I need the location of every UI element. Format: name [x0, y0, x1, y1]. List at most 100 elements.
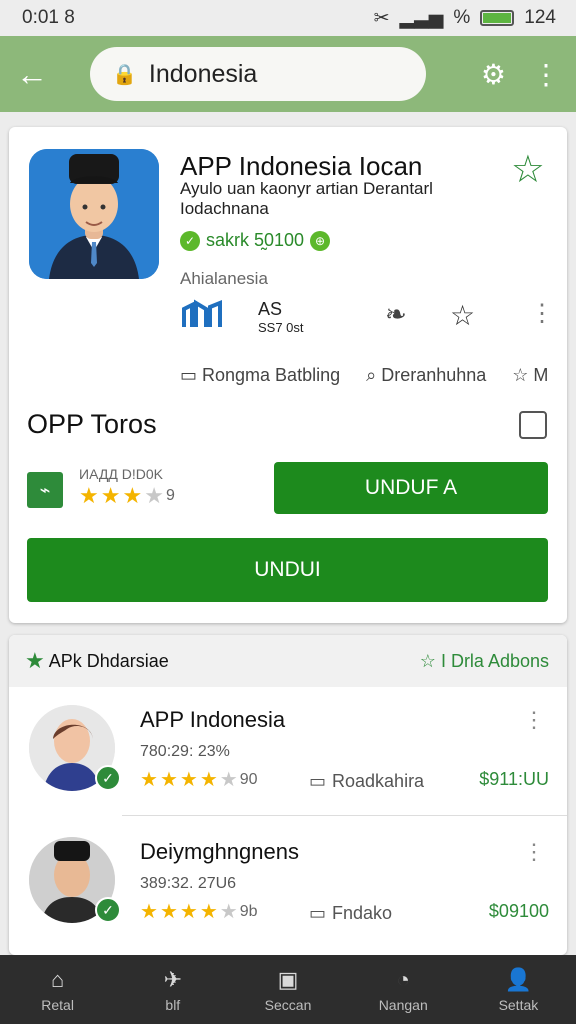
item-title: Deiymghngnens: [140, 839, 299, 864]
more-icon[interactable]: ⋮: [523, 707, 545, 733]
status-icons: ✂ ▂▃▅ % 124: [374, 7, 556, 30]
back-arrow-icon[interactable]: ←: [16, 56, 60, 93]
rating-value: 90: [239, 770, 258, 788]
doc-icon: ▭: [309, 903, 327, 923]
item-sub: 780:29: 23%: [140, 743, 230, 760]
star-filled-icon: ★: [25, 648, 45, 673]
list-header-right-text: I Drla Adbons: [440, 650, 549, 671]
person-portrait-icon: [29, 149, 159, 279]
star-small-icon: ☆: [512, 365, 534, 385]
app-card: APP Indonesia Iocan Ayulo uan kaonyr art…: [9, 127, 567, 623]
search-icon: ⌕: [366, 365, 382, 385]
share-icon[interactable]: [519, 411, 547, 439]
star-icon: ★: [219, 901, 238, 923]
price-dot-icon: ✓: [180, 230, 200, 251]
cart-icon: ⊕: [310, 230, 331, 251]
item-price: $911:UU: [479, 769, 549, 789]
person-icon: 👤: [504, 966, 533, 992]
nav-seccan[interactable]: ▣ Seccan: [230, 955, 345, 1024]
info-b: ⌕ Dreranhuhna: [366, 365, 487, 385]
item-rating: ★ ★ ★ ★ ★ 9b: [140, 899, 257, 924]
install-small-button[interactable]: UNDUF A: [274, 462, 548, 514]
list-header-right[interactable]: ☆ I Drla Adbons: [420, 651, 549, 672]
item-sub: 389:32. 27U6: [140, 875, 237, 892]
item-tag: ▭ Fndako: [309, 903, 393, 923]
item-price: $09100: [488, 901, 549, 921]
price-text: sakrk 5̰0100: [206, 230, 305, 250]
card-icon: ▣: [277, 966, 299, 992]
leaf-icon[interactable]: ❧: [385, 299, 415, 330]
top-actions: ⚙ ⋮: [481, 58, 560, 91]
url-field[interactable]: 🔒 Indonesia: [90, 47, 426, 101]
signal-icon: ▂▃▅: [399, 7, 444, 29]
star-icon: ★: [179, 901, 198, 923]
status-time: 0:01 8: [22, 7, 75, 28]
star-icon: ★: [140, 769, 158, 791]
nav-blf[interactable]: ✈ blf: [115, 955, 230, 1024]
item-title: APP Indonesia: [140, 707, 286, 732]
star-icon: ★: [79, 483, 99, 508]
stat-b: SS7 0st: [258, 320, 304, 335]
star-outline-icon[interactable]: ☆: [511, 147, 545, 192]
signal-percent: %: [453, 7, 471, 28]
list-item[interactable]: ✓ APP Indonesia 780:29: 23% ★ ★ ★ ★ ★ 90…: [9, 687, 567, 817]
verified-icon: ✓: [95, 765, 121, 791]
info-c: ☆ M: [512, 365, 549, 385]
status-battery: 124: [524, 7, 556, 28]
save-icon[interactable]: ⌁: [27, 472, 63, 508]
star-icon: ★: [159, 769, 178, 791]
nav-label: Seccan: [264, 996, 312, 1013]
developer-name: Ahialanesia: [180, 269, 268, 288]
star-icon: ★: [159, 901, 178, 923]
star-icon: ★: [199, 901, 218, 923]
info-row: ▭ Rongma Batbling ⌕ Dreranhuhna ☆ M: [180, 365, 548, 386]
icon-row: AS SS7 0st ❧ ☆ ⋮: [180, 299, 554, 339]
star-outline-icon: ☆: [419, 650, 441, 671]
divider: [122, 815, 567, 816]
star-icon: ★: [179, 769, 198, 791]
list-header-left: ★ APk Dhdarsiae: [25, 648, 169, 674]
more-icon[interactable]: ⋮: [523, 839, 545, 865]
section-title: OPP Toros: [27, 409, 157, 439]
lock-icon: 🔒: [112, 63, 137, 86]
info-a: ▭ Rongma Batbling: [180, 365, 341, 385]
nav-nangan[interactable]: ◔ Nangan: [346, 955, 461, 1024]
more-vert-icon[interactable]: ⋮: [532, 58, 560, 91]
more-icon[interactable]: ⋮: [530, 299, 554, 328]
nav-label: Settak: [498, 996, 539, 1013]
nav-label: blf: [165, 996, 181, 1013]
nav-retal[interactable]: ⌂ Retal: [0, 955, 115, 1024]
bottom-nav: ⌂ Retal ✈ blf ▣ Seccan ◔ Nangan 👤 Settak: [0, 955, 576, 1024]
nav-label: Nangan: [378, 996, 428, 1013]
section-rating: ★ ★ ★ ★ 9: [79, 483, 175, 509]
battery-icon: [480, 10, 515, 26]
item-rating: ★ ★ ★ ★ ★ 90: [140, 767, 257, 792]
app-icon: [29, 149, 159, 279]
doc-icon: ▭: [180, 365, 203, 385]
stats-block: AS SS7 0st: [258, 299, 328, 335]
install-large-button[interactable]: UNDUI: [27, 538, 548, 602]
chat-icon: ◔: [396, 966, 410, 992]
star-icon: ★: [140, 901, 158, 923]
doc-icon: ▭: [309, 771, 327, 791]
list-header: ★ APk Dhdarsiae ☆ I Drla Adbons: [9, 635, 567, 687]
top-bar: ← 🔒 Indonesia ⚙ ⋮: [0, 36, 576, 112]
rating-count: 9: [165, 487, 175, 504]
nav-settak[interactable]: 👤 Settak: [461, 955, 576, 1024]
plane-icon: ✈: [163, 966, 183, 992]
chart-icon[interactable]: [180, 299, 228, 329]
wifi-off-icon: ✂: [373, 7, 390, 29]
star-icon: ★: [199, 769, 218, 791]
app-title: APP Indonesia Iocan: [180, 151, 423, 181]
star-icon[interactable]: ☆: [450, 299, 480, 332]
battery-fill: [483, 13, 512, 23]
item-tag: ▭ Roadkahira: [309, 771, 425, 791]
star-icon: ★: [144, 483, 164, 508]
verified-icon: ✓: [95, 897, 121, 923]
small-label: ИАДД D!D0K: [79, 466, 163, 482]
star-icon: ★: [219, 769, 238, 791]
stat-a: AS: [258, 299, 283, 319]
settings-icon[interactable]: ⚙: [481, 58, 506, 91]
status-bar: 0:01 8 ✂ ▂▃▅ % 124: [0, 0, 576, 36]
list-item[interactable]: ✓ Deiymghngnens 389:32. 27U6 ★ ★ ★ ★ ★ 9…: [9, 817, 567, 947]
